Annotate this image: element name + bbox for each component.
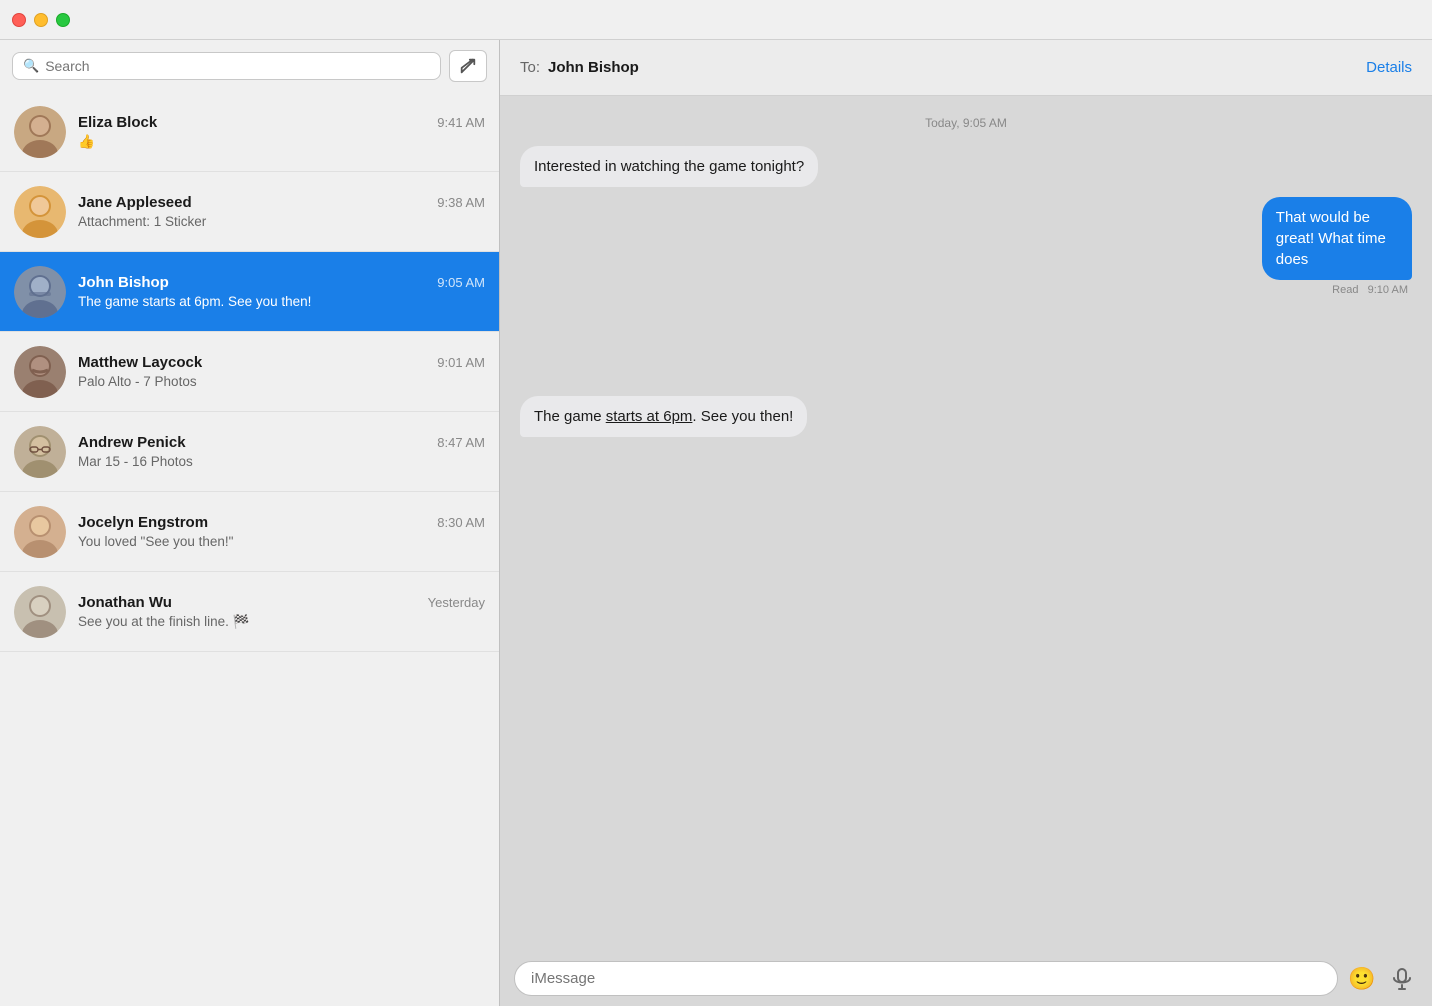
avatar-jocelyn: [14, 506, 66, 558]
compose-button[interactable]: [449, 50, 487, 82]
message-text-2: That would be great! What time does: [1276, 209, 1386, 268]
conversation-item-jocelyn[interactable]: Jocelyn Engstrom 8:30 AM You loved "See …: [0, 492, 499, 572]
conversation-item-jane[interactable]: Jane Appleseed 9:38 AM Attachment: 1 Sti…: [0, 172, 499, 252]
conv-name-matthew: Matthew Laycock: [78, 354, 202, 371]
conversation-item-andrew[interactable]: Andrew Penick 8:47 AM Mar 15 - 16 Photos: [0, 412, 499, 492]
conv-content-andrew: Andrew Penick 8:47 AM Mar 15 - 16 Photos: [78, 434, 485, 469]
message-bubble-3: The game starts at 6pm. See you then!: [520, 396, 807, 437]
chat-recipient-name: John Bishop: [548, 59, 639, 76]
message-text-1: Interested in watching the game tonight?: [534, 158, 804, 175]
chat-to-label: To:: [520, 59, 540, 76]
close-button[interactable]: [12, 13, 26, 27]
conv-name-jonathan: Jonathan Wu: [78, 594, 172, 611]
conv-content-john: John Bishop 9:05 AM The game starts at 6…: [78, 274, 485, 309]
conv-time-jocelyn: 8:30 AM: [437, 515, 485, 530]
conv-time-john: 9:05 AM: [437, 275, 485, 290]
conv-time-jonathan: Yesterday: [428, 595, 485, 610]
traffic-lights: [12, 13, 70, 27]
conv-name-john: John Bishop: [78, 274, 169, 291]
message-bubble-1: Interested in watching the game tonight?: [520, 146, 818, 187]
conv-header-john: John Bishop 9:05 AM: [78, 274, 485, 291]
conv-content-eliza: Eliza Block 9:41 AM 👍: [78, 114, 485, 150]
search-box: 🔍: [12, 52, 441, 80]
message-bubble-2: That would be great! What time does: [1262, 197, 1412, 280]
conv-header-jane: Jane Appleseed 9:38 AM: [78, 194, 485, 211]
chat-header: To: John Bishop Details: [500, 40, 1432, 96]
conv-header-jocelyn: Jocelyn Engstrom 8:30 AM: [78, 514, 485, 531]
conv-preview-eliza: 👍: [78, 134, 485, 150]
message-row-3: The game starts at 6pm. See you then!: [520, 396, 1412, 437]
conv-preview-jocelyn: You loved "See you then!": [78, 534, 485, 549]
chat-panel: To: John Bishop Details Today, 9:05 AM I…: [500, 40, 1432, 1006]
conversation-item-eliza[interactable]: Eliza Block 9:41 AM 👍: [0, 92, 499, 172]
conv-name-jocelyn: Jocelyn Engstrom: [78, 514, 208, 531]
conversation-item-john[interactable]: John Bishop 9:05 AM The game starts at 6…: [0, 252, 499, 332]
avatar-matthew: [14, 346, 66, 398]
conv-preview-john: The game starts at 6pm. See you then!: [78, 294, 485, 309]
message-row-2: That would be great! What time does ♥ 👍 …: [520, 197, 1412, 296]
messages-area: Today, 9:05 AM Interested in watching th…: [500, 96, 1432, 951]
avatar-john: [14, 266, 66, 318]
sidebar: 🔍: [0, 40, 500, 1006]
conv-time-andrew: 8:47 AM: [437, 435, 485, 450]
message-text-3c: . See you then!: [692, 408, 793, 425]
conv-preview-jonathan: See you at the finish line. 🏁: [78, 614, 485, 630]
main-container: 🔍: [0, 40, 1432, 1006]
emoji-button[interactable]: 🙂: [1346, 963, 1378, 995]
conv-name-eliza: Eliza Block: [78, 114, 157, 131]
search-area: 🔍: [0, 40, 499, 92]
conv-content-matthew: Matthew Laycock 9:01 AM Palo Alto - 7 Ph…: [78, 354, 485, 389]
title-bar: [0, 0, 1432, 40]
conv-time-jane: 9:38 AM: [437, 195, 485, 210]
date-divider: Today, 9:05 AM: [520, 116, 1412, 130]
conversation-list: Eliza Block 9:41 AM 👍: [0, 92, 499, 1006]
chat-to-line: To: John Bishop: [520, 59, 639, 76]
details-button[interactable]: Details: [1366, 59, 1412, 76]
message-text-3a: The game: [534, 408, 606, 425]
avatar-eliza: [14, 106, 66, 158]
conv-content-jonathan: Jonathan Wu Yesterday See you at the fin…: [78, 594, 485, 630]
conv-name-jane: Jane Appleseed: [78, 194, 192, 211]
message-status-2: Read 9:10 AM: [1332, 284, 1408, 296]
conv-preview-jane: Attachment: 1 Sticker: [78, 214, 485, 229]
input-area: 🙂: [500, 951, 1432, 1006]
message-row-1: Interested in watching the game tonight?: [520, 146, 1412, 187]
conv-preview-matthew: Palo Alto - 7 Photos: [78, 374, 485, 389]
conv-preview-andrew: Mar 15 - 16 Photos: [78, 454, 485, 469]
message-text-3b: starts at 6pm: [606, 408, 693, 425]
conv-time-matthew: 9:01 AM: [437, 355, 485, 370]
conv-content-jocelyn: Jocelyn Engstrom 8:30 AM You loved "See …: [78, 514, 485, 549]
conv-header-jonathan: Jonathan Wu Yesterday: [78, 594, 485, 611]
conv-header-eliza: Eliza Block 9:41 AM: [78, 114, 485, 131]
message-input[interactable]: [514, 961, 1338, 996]
conv-name-andrew: Andrew Penick: [78, 434, 186, 451]
conv-content-jane: Jane Appleseed 9:38 AM Attachment: 1 Sti…: [78, 194, 485, 229]
conv-time-eliza: 9:41 AM: [437, 115, 485, 130]
search-input[interactable]: [45, 58, 430, 74]
minimize-button[interactable]: [34, 13, 48, 27]
avatar-andrew: [14, 426, 66, 478]
conversation-item-matthew[interactable]: Matthew Laycock 9:01 AM Palo Alto - 7 Ph…: [0, 332, 499, 412]
microphone-button[interactable]: [1386, 963, 1418, 995]
search-icon: 🔍: [23, 58, 39, 74]
avatar-jane: [14, 186, 66, 238]
conv-header-matthew: Matthew Laycock 9:01 AM: [78, 354, 485, 371]
maximize-button[interactable]: [56, 13, 70, 27]
conv-header-andrew: Andrew Penick 8:47 AM: [78, 434, 485, 451]
conversation-item-jonathan[interactable]: Jonathan Wu Yesterday See you at the fin…: [0, 572, 499, 652]
avatar-jonathan: [14, 586, 66, 638]
